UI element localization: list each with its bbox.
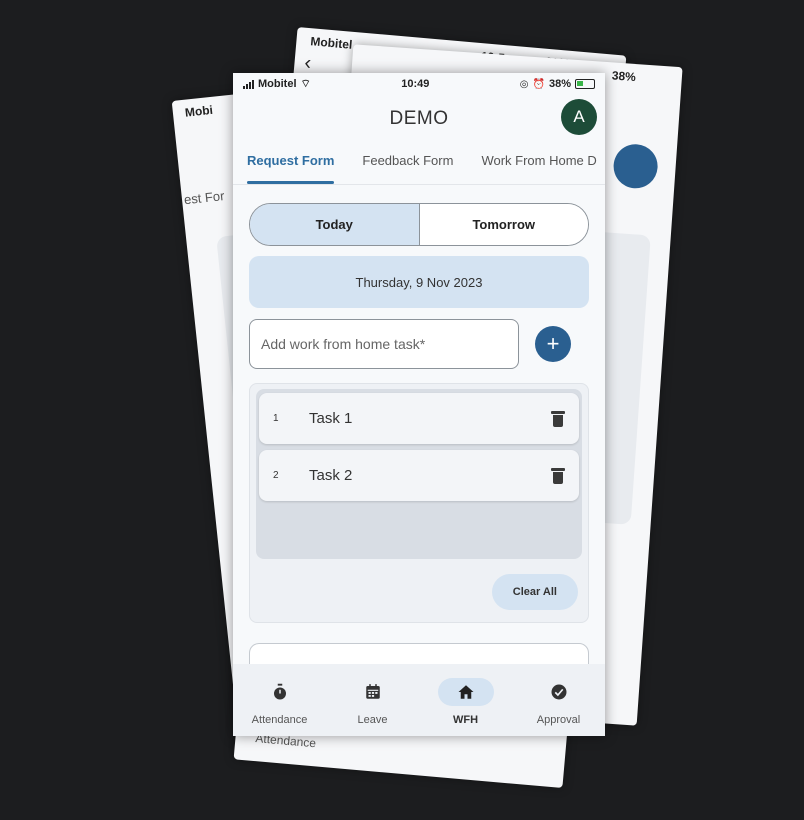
page-title: DEMO [389, 108, 449, 129]
alarm-icon: ⏰ [532, 78, 545, 90]
screenshot-stage: Mobi est For Mobitel 10:5 38% ‹ Attendan… [0, 0, 804, 820]
app-header: DEMO A [233, 95, 605, 143]
task-list: 1 Task 1 2 Task 2 [256, 389, 582, 559]
signal-icon [243, 79, 254, 89]
nav-label: Attendance [251, 714, 308, 726]
tab-request-form[interactable]: Request Form [247, 143, 335, 184]
add-task-input[interactable] [249, 319, 519, 369]
list-item: 2 Task 2 [259, 450, 579, 501]
date-banner: Thursday, 9 Nov 2023 [249, 256, 589, 308]
bg-right-round-button [612, 142, 660, 190]
battery-percent: 38% [548, 78, 571, 90]
bg-back-carrier: Mobitel [309, 34, 353, 52]
delete-task-icon[interactable] [551, 410, 565, 427]
nav-item-wfh[interactable]: WFH [419, 664, 512, 736]
bottom-nav: Attendance Leave WFH Approval [233, 664, 605, 736]
task-name: Task 1 [309, 410, 353, 427]
delete-task-icon[interactable] [551, 467, 565, 484]
status-time: 10:49 [401, 78, 430, 90]
task-panel: 1 Task 1 2 Task 2 Clear All [249, 383, 589, 623]
wfh-form: Today Tomorrow Thursday, 9 Nov 2023 + 1 … [233, 203, 605, 683]
nav-label: WFH [452, 714, 479, 726]
task-number: 2 [273, 470, 279, 481]
tab-feedback-form[interactable]: Feedback Form [362, 143, 453, 184]
task-name: Task 2 [309, 467, 353, 484]
nav-item-approval[interactable]: Approval [512, 664, 605, 736]
status-bar: Mobitel ⌔ 10:49 ◎ ⏰ 38% [233, 73, 605, 95]
tab-bar: Request Form Feedback Form Work From Hom… [233, 143, 605, 185]
bg-left-carrier: Mobi [184, 102, 214, 120]
phone-screen: Mobitel ⌔ 10:49 ◎ ⏰ 38% DEMO A Request F… [233, 73, 605, 736]
location-icon: ◎ [519, 78, 529, 90]
today-toggle-button[interactable]: Today [250, 204, 420, 245]
home-icon [458, 685, 473, 699]
nav-item-leave[interactable]: Leave [326, 664, 419, 736]
tab-work-from-home[interactable]: Work From Home D [481, 143, 596, 184]
check-circle-icon [551, 684, 566, 700]
stopwatch-icon [273, 683, 286, 700]
status-left: Mobitel ⌔ [243, 77, 311, 91]
task-number: 1 [273, 413, 279, 424]
calendar-icon [365, 684, 380, 699]
nav-item-attendance[interactable]: Attendance [233, 664, 326, 736]
nav-label: Approval [536, 714, 581, 726]
nav-label: Leave [357, 714, 388, 726]
plus-icon: + [546, 331, 560, 356]
add-task-row: + [249, 319, 589, 369]
clear-all-button[interactable]: Clear All [491, 574, 578, 610]
avatar[interactable]: A [561, 99, 597, 135]
day-toggle: Today Tomorrow [249, 203, 589, 246]
status-right: ◎ ⏰ 38% [520, 78, 595, 90]
bg-back-chevron-icon: ‹ [303, 51, 313, 75]
carrier-label: Mobitel [258, 78, 297, 90]
list-item: 1 Task 1 [259, 393, 579, 444]
battery-icon [574, 79, 595, 89]
bg-right-battery: 38% [611, 68, 637, 85]
add-task-button[interactable]: + [535, 326, 571, 362]
tomorrow-toggle-button[interactable]: Tomorrow [419, 204, 588, 245]
bg-left-tab-fragment: est For [183, 188, 226, 208]
wifi-icon: ⌔ [300, 78, 311, 90]
